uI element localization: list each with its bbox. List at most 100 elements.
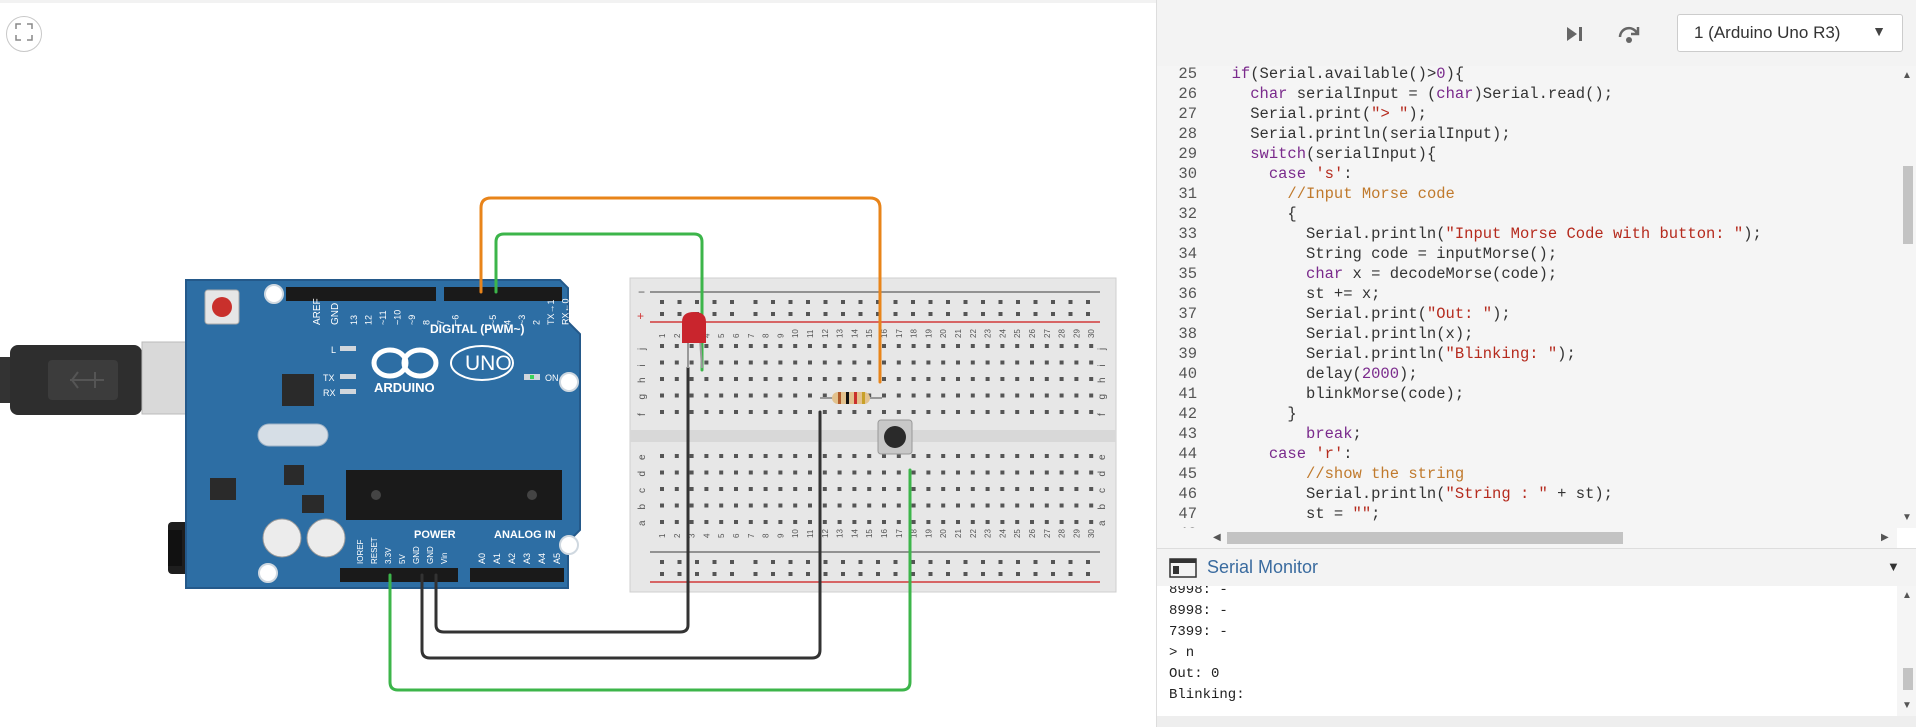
- serial-monitor-output[interactable]: 8998: - 8998: - 7399: - > n Out: 0 Blinking:: [1157, 586, 1897, 716]
- scroll-down-icon[interactable]: ▼: [1902, 700, 1912, 711]
- code-line[interactable]: 43 break;: [1157, 424, 1897, 444]
- breadboard-hole: [660, 487, 664, 491]
- scroll-up-icon[interactable]: ▲: [1902, 70, 1912, 81]
- code-line[interactable]: 41 blinkMorse(code);: [1157, 384, 1897, 404]
- breadboard-hole: [928, 572, 933, 576]
- breadboard-column-number: 15: [865, 329, 874, 338]
- code-line[interactable]: 46 Serial.println("String : " + st);: [1157, 484, 1897, 504]
- breadboard-hole: [1000, 454, 1005, 458]
- scroll-right-icon[interactable]: ▶: [1881, 532, 1889, 543]
- breadboard-column-number: 7: [747, 333, 756, 338]
- step-over-icon[interactable]: [1615, 20, 1643, 48]
- breadboard-hole: [822, 344, 827, 348]
- code-line[interactable]: 32 {: [1157, 204, 1897, 224]
- line-number: 41: [1178, 385, 1197, 403]
- breadboard-hole: [911, 503, 916, 508]
- code-token: ;: [1371, 505, 1381, 523]
- breadboard-hole: [778, 470, 783, 475]
- breadboard-hole: [823, 560, 828, 564]
- breadboard-row-letter: g: [637, 394, 648, 400]
- code-line[interactable]: 45 //show the string: [1157, 464, 1897, 484]
- code-line[interactable]: 47 st = "";: [1157, 504, 1897, 524]
- breadboard-hole: [806, 312, 810, 316]
- code-line[interactable]: 30 case 's':: [1157, 164, 1897, 184]
- code-vertical-scrollbar[interactable]: ▲ ▼: [1897, 66, 1916, 528]
- code-editor[interactable]: 25 if(Serial.available()>0){26 char seri…: [1157, 66, 1897, 528]
- code-line[interactable]: 28 Serial.println(serialInput);: [1157, 124, 1897, 144]
- breadboard-row-letter: f: [1097, 413, 1108, 416]
- scroll-down-icon[interactable]: ▼: [1902, 512, 1912, 523]
- serial-input-bar[interactable]: [1157, 716, 1916, 727]
- breadboard-hole: [778, 487, 783, 491]
- breadboard-hole: [911, 377, 916, 381]
- breadboard-hole: [660, 377, 664, 381]
- code-line[interactable]: 38 Serial.println(x);: [1157, 324, 1897, 344]
- code-line[interactable]: 25 if(Serial.available()>0){: [1157, 66, 1897, 84]
- code-line[interactable]: 29 switch(serialInput){: [1157, 144, 1897, 164]
- code-line[interactable]: 31 //Input Morse code: [1157, 184, 1897, 204]
- code-token: 0: [1436, 66, 1446, 83]
- breadboard-hole: [778, 410, 783, 414]
- step-play-icon[interactable]: [1560, 20, 1588, 48]
- breadboard-hole: [1059, 393, 1064, 398]
- breadboard-hole: [1044, 520, 1049, 524]
- breadboard-hole: [1044, 487, 1049, 491]
- breadboard-hole: [1044, 393, 1049, 398]
- chevron-down-icon[interactable]: ▼: [1887, 559, 1900, 574]
- code-line[interactable]: 37 Serial.print("Out: ");: [1157, 304, 1897, 324]
- code-line[interactable]: 26 char serialInput = (char)Serial.read(…: [1157, 84, 1897, 104]
- code-line[interactable]: 39 Serial.println("Blinking: ");: [1157, 344, 1897, 364]
- breadboard-hole: [1074, 503, 1079, 508]
- line-number: 32: [1178, 205, 1197, 223]
- code-line[interactable]: 34 String code = inputMorse();: [1157, 244, 1897, 264]
- breadboard-hole: [1051, 560, 1055, 564]
- breadboard-hole: [808, 470, 812, 475]
- serial-monitor-header[interactable]: Serial Monitor ▼: [1157, 548, 1916, 588]
- breadboard-hole: [822, 393, 827, 398]
- breadboard-hole: [896, 487, 901, 491]
- breadboard-hole: [956, 377, 960, 381]
- breadboard-hole: [1000, 520, 1005, 524]
- digital-pin-label: RX←0: [561, 298, 571, 325]
- circuit-canvas[interactable]: AREF GND DIGITAL (PWM~) L TX RX ON ARDUI…: [0, 0, 1156, 727]
- breadboard-row-letter: e: [637, 454, 648, 460]
- scroll-up-icon[interactable]: ▲: [1902, 590, 1912, 601]
- code-line[interactable]: 36 st += x;: [1157, 284, 1897, 304]
- breadboard-hole: [896, 344, 901, 348]
- breadboard-hole: [956, 487, 960, 491]
- code-horizontal-thumb[interactable]: [1227, 532, 1623, 544]
- power-pin-label: RESET: [370, 537, 379, 564]
- breadboard-hole: [956, 503, 960, 508]
- breadboard-hole: [911, 410, 916, 414]
- digital-pin-label: ~3: [517, 315, 527, 325]
- line-number: 31: [1178, 185, 1197, 203]
- device-select[interactable]: 1 (Arduino Uno R3) ▼: [1677, 14, 1903, 52]
- breadboard-hole: [1089, 503, 1094, 508]
- code-token: );: [1399, 365, 1418, 383]
- code-line[interactable]: 33 Serial.println("Input Morse Code with…: [1157, 224, 1897, 244]
- serial-scroll-thumb[interactable]: [1903, 668, 1913, 690]
- code-line[interactable]: 27 Serial.print("> ");: [1157, 104, 1897, 124]
- code-line[interactable]: 44 case 'r':: [1157, 444, 1897, 464]
- breadboard-column-number: 26: [1028, 529, 1037, 538]
- code-line[interactable]: 40 delay(2000);: [1157, 364, 1897, 384]
- serial-scrollbar[interactable]: ▲ ▼: [1897, 586, 1916, 716]
- breadboard-hole: [896, 377, 901, 381]
- code-token: "> ": [1371, 105, 1409, 123]
- pushbutton[interactable]: [877, 419, 913, 455]
- scroll-left-icon[interactable]: ◀: [1213, 532, 1221, 543]
- breadboard-row-letter: d: [1097, 471, 1108, 477]
- breadboard-hole: [788, 312, 793, 316]
- code-line[interactable]: 42 }: [1157, 404, 1897, 424]
- breadboard-hole: [1033, 300, 1038, 304]
- breadboard-column-number: 1: [658, 533, 667, 538]
- code-line[interactable]: 35 char x = decodeMorse(code);: [1157, 264, 1897, 284]
- breadboard-hole: [941, 410, 946, 414]
- code-horizontal-scrollbar[interactable]: ◀ ▶: [1157, 528, 1897, 548]
- breadboard-hole: [674, 470, 679, 475]
- breadboard-hole: [712, 560, 717, 564]
- analog-label: ANALOG IN: [494, 529, 556, 541]
- code-vertical-thumb[interactable]: [1903, 166, 1913, 244]
